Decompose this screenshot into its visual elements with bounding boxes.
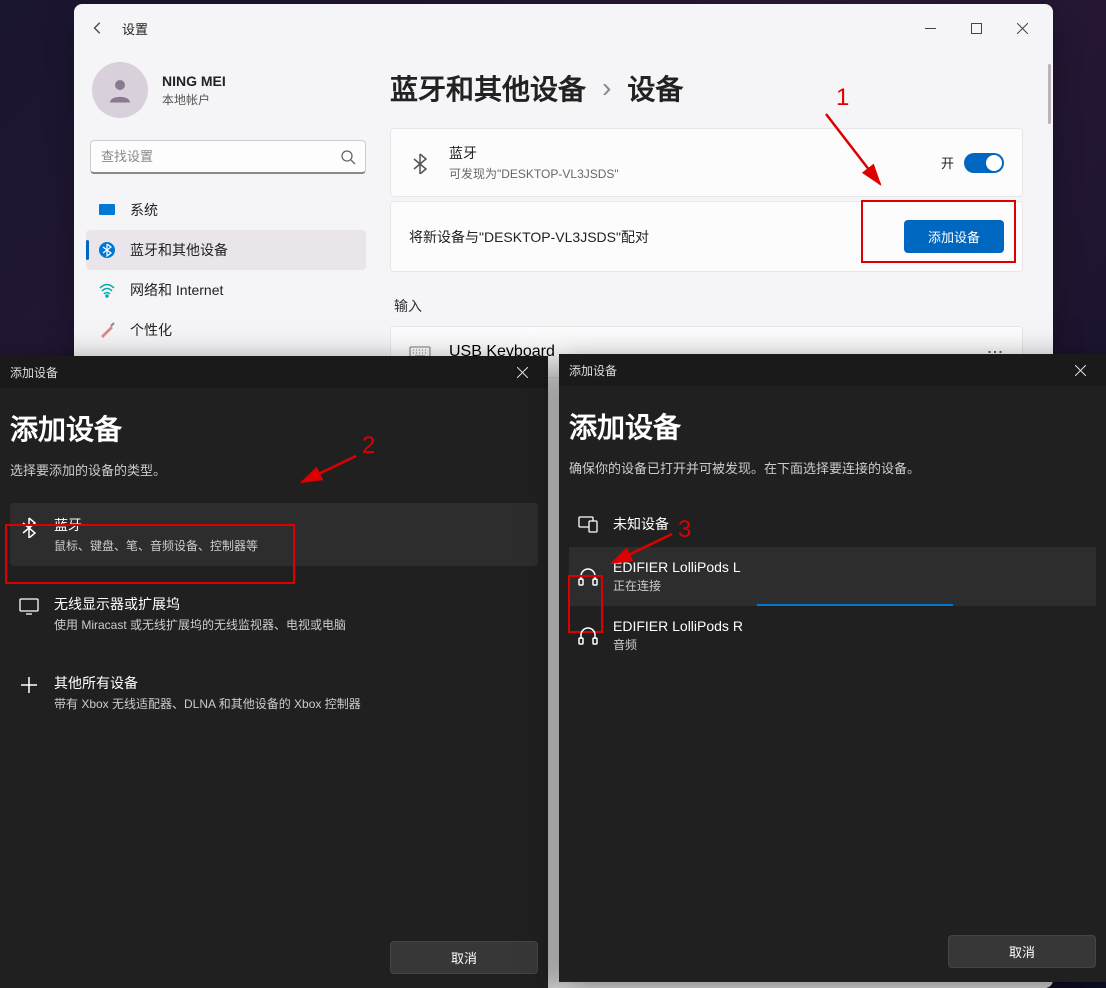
option-title: 蓝牙	[54, 515, 258, 535]
device-status: 音频	[613, 636, 743, 653]
option-bluetooth[interactable]: 蓝牙 鼠标、键盘、笔、音频设备、控制器等	[10, 503, 538, 566]
device-name: 未知设备	[613, 514, 669, 534]
add-device-dialog-type: 添加设备 添加设备 选择要添加的设备的类型。 蓝牙 鼠标、键盘、笔、音频设备、控…	[0, 356, 548, 988]
bluetooth-toggle[interactable]	[964, 153, 1004, 173]
dialog-heading: 添加设备	[569, 406, 1096, 446]
device-lollipods-l[interactable]: EDIFIER LolliPods L 正在连接	[569, 547, 1096, 606]
device-unknown[interactable]: 未知设备	[569, 501, 1096, 547]
bluetooth-toggle-row: 蓝牙 可发现为"DESKTOP-VL3JSDS" 开	[391, 129, 1022, 196]
nav-label: 蓝牙和其他设备	[130, 240, 228, 260]
nav-label: 个性化	[130, 320, 172, 340]
dialog-heading: 添加设备	[10, 408, 538, 448]
bluetooth-icon	[98, 241, 116, 259]
bluetooth-icon	[409, 152, 431, 174]
dialog-close-button[interactable]	[506, 358, 538, 386]
option-other[interactable]: 其他所有设备 带有 Xbox 无线适配器、DLNA 和其他设备的 Xbox 控制…	[10, 661, 538, 724]
breadcrumb-parent[interactable]: 蓝牙和其他设备	[390, 68, 586, 108]
device-icon	[577, 513, 599, 535]
add-device-button[interactable]: 添加设备	[904, 220, 1004, 253]
option-sub: 使用 Miracast 或无线扩展坞的无线监视器、电视或电脑	[54, 616, 346, 633]
display-icon	[18, 595, 40, 617]
cancel-button[interactable]: 取消	[390, 941, 538, 974]
dialog-subtitle: 选择要添加的设备的类型。	[10, 460, 538, 479]
headphones-icon	[577, 566, 599, 588]
breadcrumb-current: 设备	[627, 68, 683, 108]
window-title: 设置	[122, 19, 148, 38]
add-device-dialog-list: 添加设备 添加设备 确保你的设备已打开并可被发现。在下面选择要连接的设备。 未知…	[559, 354, 1106, 982]
nav-network[interactable]: 网络和 Internet	[86, 270, 366, 310]
nav-system[interactable]: 系统	[86, 190, 366, 230]
device-lollipods-r[interactable]: EDIFIER LolliPods R 音频	[569, 606, 1096, 665]
cancel-button[interactable]: 取消	[948, 935, 1096, 968]
device-name: EDIFIER LolliPods L	[613, 559, 741, 575]
dialog-title: 添加设备	[10, 364, 58, 381]
option-wireless-display[interactable]: 无线显示器或扩展坞 使用 Miracast 或无线扩展坞的无线监视器、电视或电脑	[10, 582, 538, 645]
display-icon	[98, 201, 116, 219]
brush-icon	[98, 321, 116, 339]
dialog-close-button[interactable]	[1064, 356, 1096, 384]
minimize-button[interactable]	[907, 12, 953, 44]
option-sub: 鼠标、键盘、笔、音频设备、控制器等	[54, 537, 258, 554]
option-title: 无线显示器或扩展坞	[54, 594, 346, 614]
bluetooth-icon	[18, 516, 40, 538]
bt-title: 蓝牙	[449, 143, 619, 163]
avatar	[92, 62, 148, 118]
dialog-title: 添加设备	[569, 362, 617, 379]
nav-bluetooth[interactable]: 蓝牙和其他设备	[86, 230, 366, 270]
headphones-icon	[577, 625, 599, 647]
scrollbar[interactable]	[1048, 64, 1051, 124]
close-button[interactable]	[999, 12, 1045, 44]
device-name: EDIFIER LolliPods R	[613, 618, 743, 634]
search-icon	[340, 149, 356, 165]
maximize-button[interactable]	[953, 12, 999, 44]
profile-block[interactable]: NING MEI 本地帐户	[86, 56, 376, 136]
titlebar: 设置	[74, 4, 1053, 52]
search-input[interactable]	[90, 140, 366, 174]
nav-personalization[interactable]: 个性化	[86, 310, 366, 350]
option-sub: 带有 Xbox 无线适配器、DLNA 和其他设备的 Xbox 控制器	[54, 695, 361, 712]
toggle-label: 开	[941, 153, 954, 172]
dialog-subtitle: 确保你的设备已打开并可被发现。在下面选择要连接的设备。	[569, 458, 1096, 477]
profile-sub: 本地帐户	[162, 91, 226, 108]
nav-label: 系统	[130, 200, 158, 220]
breadcrumb: 蓝牙和其他设备 › 设备	[390, 68, 1023, 108]
back-button[interactable]	[82, 12, 114, 44]
profile-name: NING MEI	[162, 73, 226, 89]
plus-icon	[18, 674, 40, 696]
option-title: 其他所有设备	[54, 673, 361, 693]
bt-sub: 可发现为"DESKTOP-VL3JSDS"	[449, 165, 619, 182]
input-section-label: 输入	[394, 296, 1023, 316]
pair-text: 将新设备与"DESKTOP-VL3JSDS"配对	[409, 227, 649, 247]
nav-label: 网络和 Internet	[130, 280, 223, 300]
chevron-right-icon: ›	[602, 72, 611, 104]
device-status: 正在连接	[613, 577, 741, 594]
wifi-icon	[98, 281, 116, 299]
